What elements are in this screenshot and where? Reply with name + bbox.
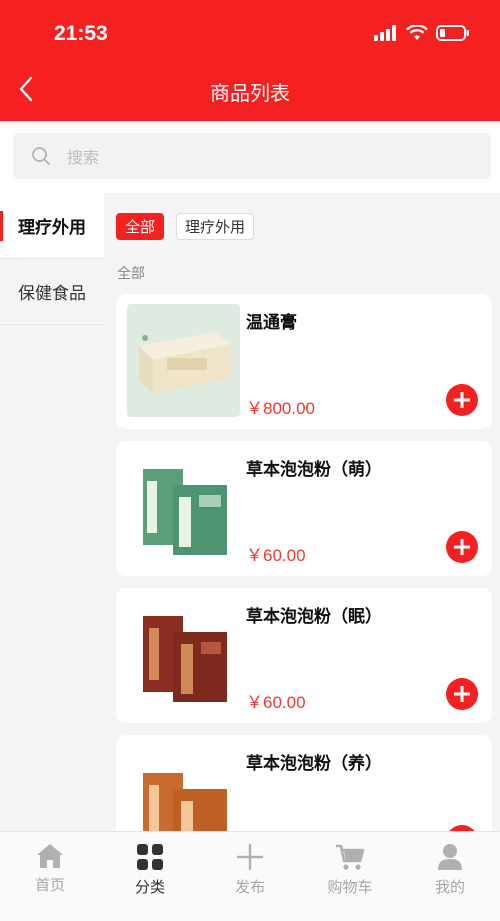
section-label: 全部 [117, 266, 145, 282]
search-placeholder: 搜索 [67, 148, 100, 167]
product-image [127, 304, 240, 417]
tab-label: 发布 [234, 878, 265, 896]
status-time: 21:53 [54, 22, 108, 45]
home-icon [37, 844, 63, 868]
tab-home[interactable]: 首页 [0, 832, 100, 921]
chip-physio[interactable]: 理疗外用 [176, 213, 255, 240]
product-price: ￥60.00 [246, 693, 306, 712]
search-section: 搜索 [0, 121, 500, 193]
filter-chips: 全部 理疗外用 [116, 213, 255, 240]
product-name: 草本泡泡粉（眠） [246, 607, 382, 627]
product-price: ￥800.00 [246, 399, 315, 418]
search-input[interactable]: 搜索 [13, 133, 491, 179]
user-icon [438, 844, 462, 870]
product-image [127, 451, 240, 564]
wifi-icon [406, 25, 428, 40]
product-image [127, 598, 240, 711]
sidebar-item-label: 理疗外用 [18, 218, 86, 238]
battery-icon [436, 25, 469, 41]
chip-all[interactable]: 全部 [116, 213, 165, 240]
category-icon [137, 844, 163, 870]
plus-icon [236, 843, 264, 871]
cart-icon [336, 844, 365, 870]
tab-profile[interactable]: 我的 [400, 832, 500, 921]
search-icon [32, 147, 50, 165]
product-card[interactable]: 温通膏 ￥800.00 [116, 294, 492, 429]
bottom-tab-bar: 首页 分类 发布 购物车 我的 [0, 831, 500, 921]
product-card[interactable]: 草本泡泡粉（眠） ￥60.00 [116, 588, 492, 723]
sidebar-item-label: 保健食品 [18, 284, 86, 304]
product-name: 草本泡泡粉（养） [246, 754, 382, 774]
category-sidebar: 理疗外用 保健食品 [0, 193, 104, 833]
product-price: ￥60.00 [246, 546, 306, 565]
sidebar-item-health-food[interactable]: 保健食品 [0, 259, 104, 325]
product-name: 草本泡泡粉（萌） [246, 460, 382, 480]
status-icons [374, 25, 470, 41]
add-to-cart-button[interactable] [446, 678, 478, 710]
tab-label: 购物车 [327, 878, 373, 896]
tab-category[interactable]: 分类 [100, 832, 200, 921]
product-name: 温通膏 [246, 313, 297, 333]
tab-label: 分类 [134, 878, 165, 896]
add-to-cart-button[interactable] [446, 531, 478, 563]
product-panel: 全部 理疗外用 全部 温通膏 ￥800.00 草本泡泡粉（萌） ￥60.00 草… [104, 193, 500, 833]
page-title: 商品列表 [210, 81, 290, 105]
product-card[interactable]: 草本泡泡粉（萌） ￥60.00 [116, 441, 492, 576]
product-image [127, 745, 240, 833]
add-to-cart-button[interactable] [446, 384, 478, 416]
sidebar-item-physio[interactable]: 理疗外用 [0, 193, 104, 259]
tab-label: 我的 [434, 878, 465, 896]
cellular-signal-icon [374, 25, 396, 41]
tab-label: 首页 [34, 876, 65, 894]
tab-publish[interactable]: 发布 [200, 832, 300, 921]
product-card[interactable]: 草本泡泡粉（养） [116, 735, 492, 833]
tab-cart[interactable]: 购物车 [300, 832, 400, 921]
app-header: 21:53 商品列表 [0, 0, 500, 121]
